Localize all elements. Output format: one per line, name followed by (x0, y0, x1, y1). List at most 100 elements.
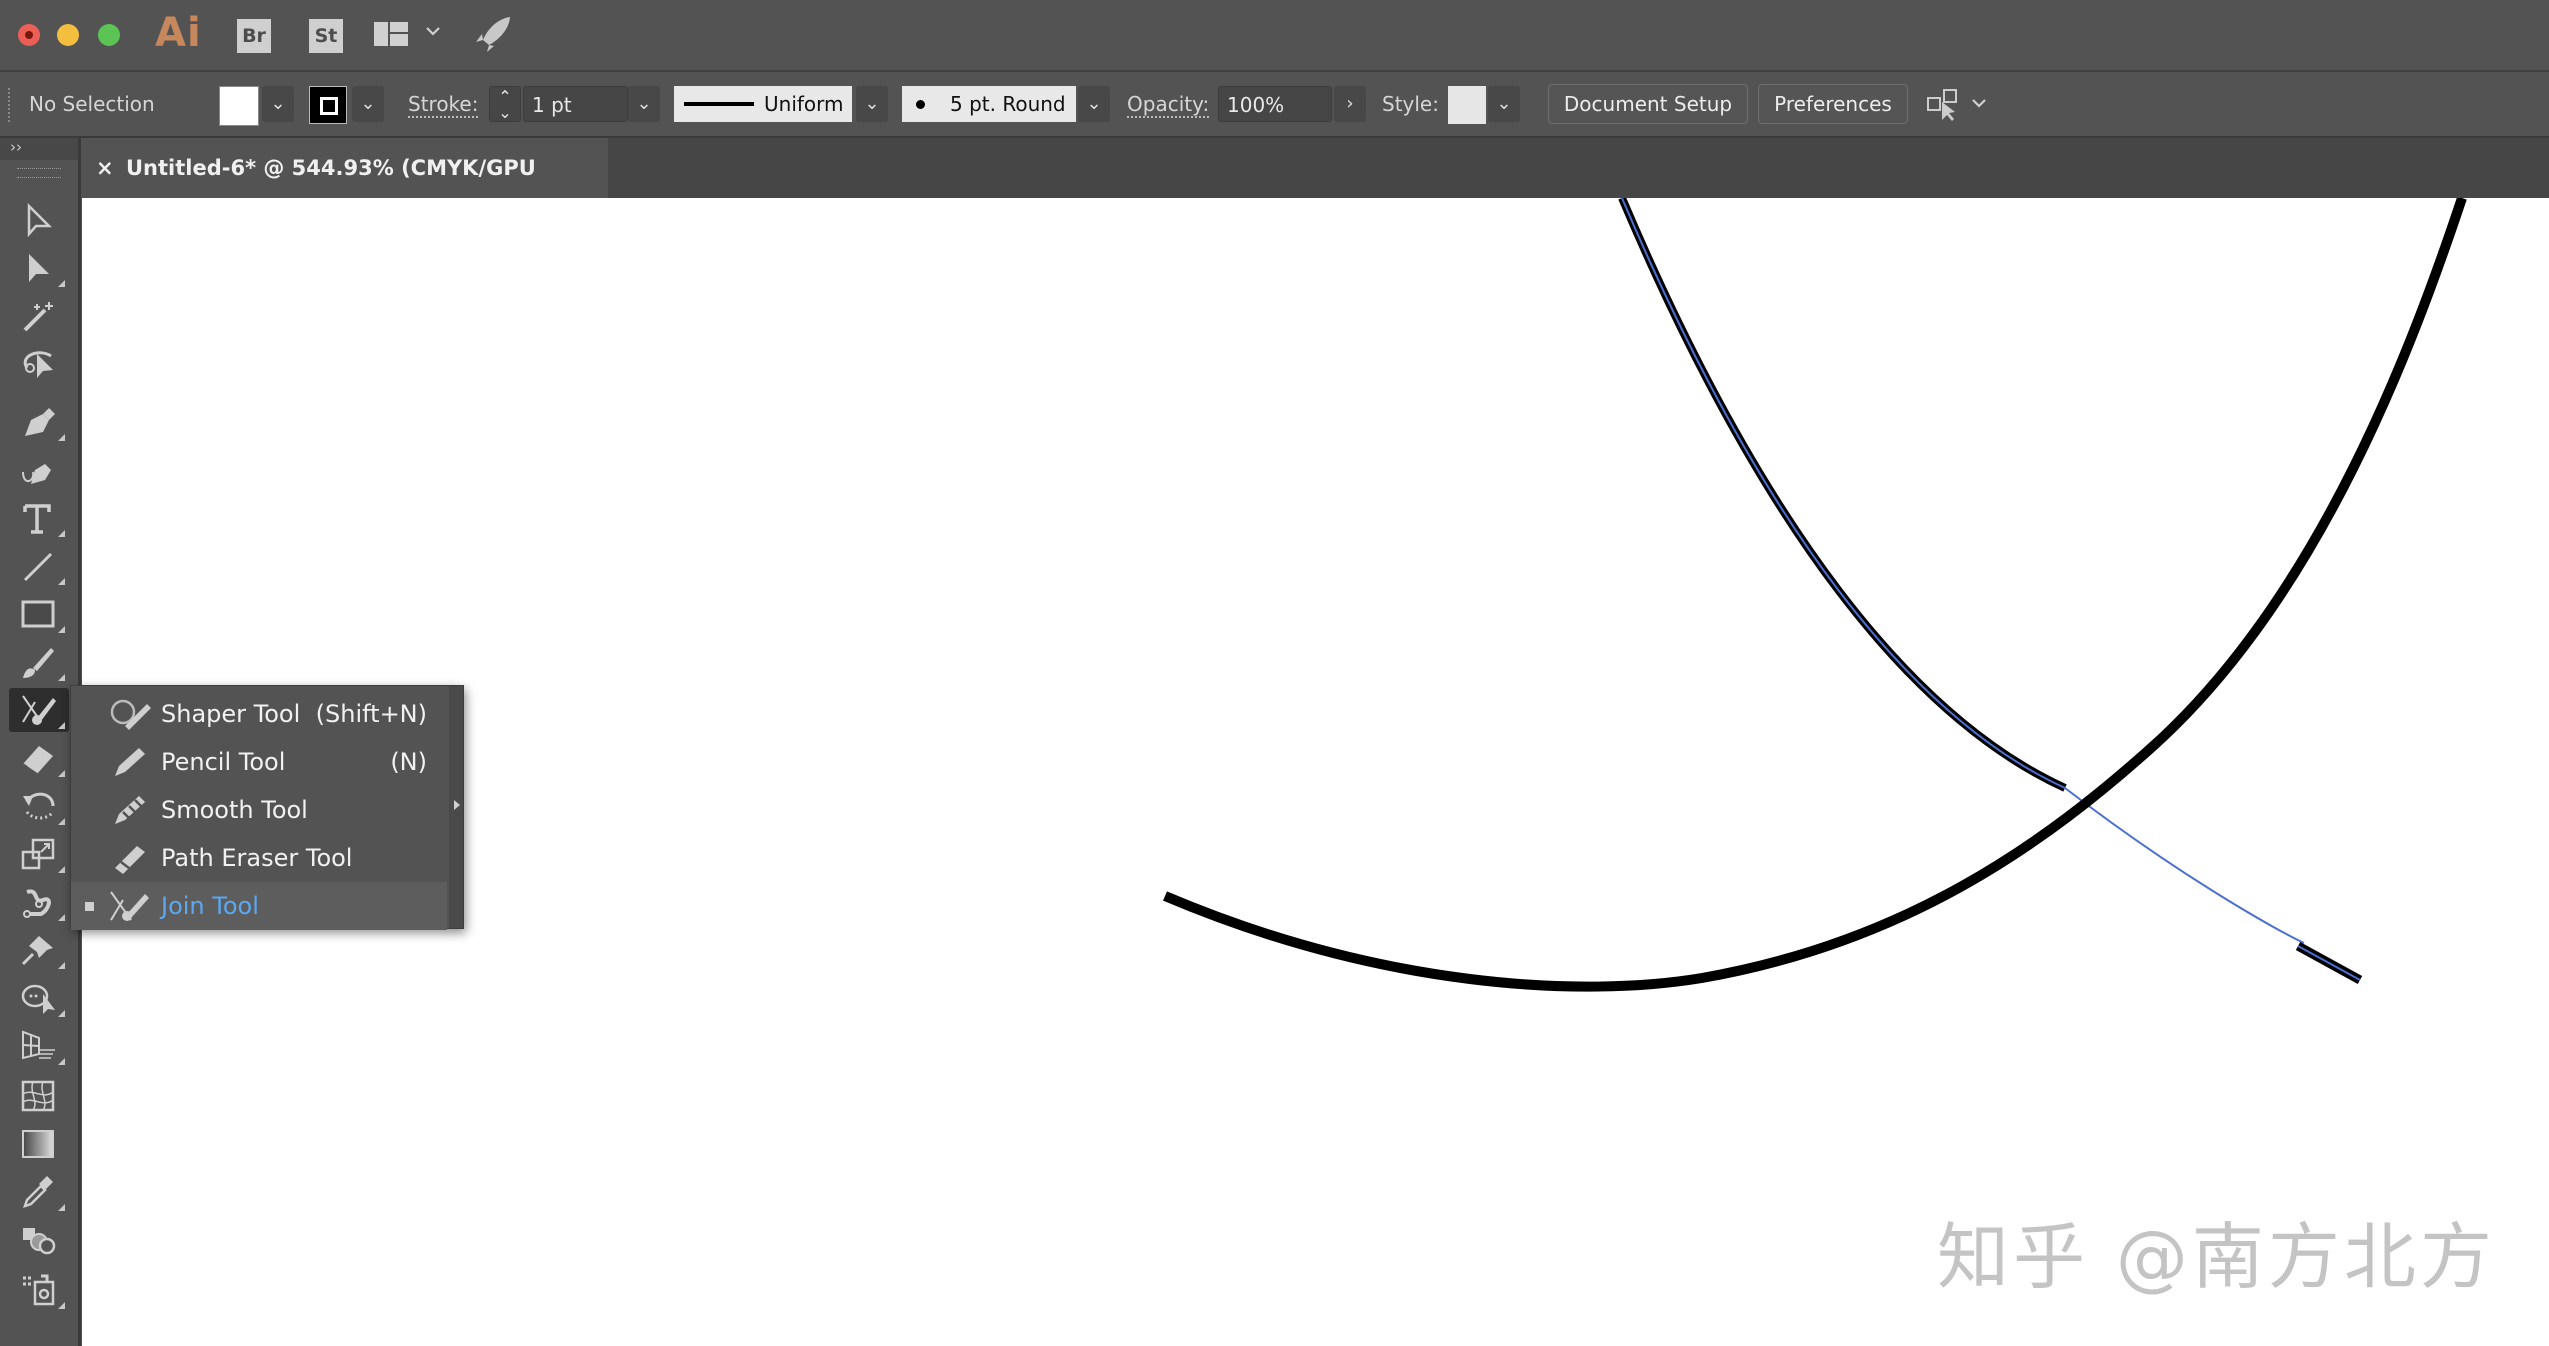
window-minimize-button[interactable] (57, 24, 79, 46)
scale-icon (21, 838, 55, 870)
pen-tool[interactable] (9, 400, 69, 444)
flyout-item-shaper-tool[interactable]: Shaper Tool (Shift+N) (71, 690, 447, 738)
brush-dropdown[interactable]: ⌄ (1078, 86, 1110, 122)
rectangle-tool[interactable] (9, 592, 69, 636)
path-selected-extension (2064, 787, 2305, 944)
preferences-button[interactable]: Preferences (1758, 84, 1908, 124)
chevron-down-icon[interactable] (424, 22, 442, 44)
brush-dot-icon (916, 100, 925, 109)
direct-selection-tool[interactable] (9, 246, 69, 290)
close-tab-icon[interactable]: × (96, 138, 126, 198)
stroke-dropdown[interactable]: ⌄ (352, 86, 384, 122)
stroke-profile-select[interactable]: Uniform (674, 86, 852, 122)
path-selected-upper-highlight (1621, 198, 2066, 789)
selection-status: No Selection (29, 92, 155, 116)
stroke-weight-dropdown[interactable]: ⌄ (628, 86, 660, 122)
magic-wand-icon (23, 302, 53, 332)
flyout-tearoff-strip[interactable] (449, 686, 463, 928)
watermark-text: 知乎 @南方北方 (1937, 1215, 2496, 1299)
curvature-pen-icon (22, 464, 51, 484)
path-black-curve (1163, 198, 2467, 992)
graphic-style-swatch[interactable] (1448, 86, 1486, 124)
tool-flyout-menu: Shaper Tool (Shift+N) Pencil Tool (N) Sm… (70, 685, 464, 930)
symbol-sprayer-tool[interactable] (9, 1268, 69, 1312)
mesh-tool[interactable] (9, 1074, 69, 1118)
perspective-grid-icon (22, 1030, 55, 1060)
paintbrush-tool[interactable] (9, 640, 69, 684)
chevron-down-icon[interactable] (1970, 94, 1988, 116)
direct-selection-arrow-icon (29, 254, 49, 282)
opacity-input[interactable]: 100% (1218, 86, 1332, 122)
stroke-swatch[interactable] (309, 86, 347, 124)
fill-dropdown[interactable]: ⌄ (262, 86, 294, 122)
type-tool[interactable] (9, 496, 69, 540)
control-bar-grip[interactable] (8, 88, 12, 122)
magic-wand-tool[interactable] (9, 294, 69, 338)
selection-tool[interactable] (9, 198, 69, 242)
transform-selection-icon[interactable] (1926, 88, 1962, 126)
tearoff-arrow-icon (454, 800, 460, 810)
shape-builder-tool[interactable] (9, 976, 69, 1020)
perspective-grid-tool[interactable] (9, 1024, 69, 1068)
rotate-tool[interactable] (9, 784, 69, 828)
tools-panel: ›› (0, 138, 81, 1346)
type-icon (23, 504, 51, 534)
blend-tool[interactable] (9, 1218, 69, 1262)
stroke-weight-stepper[interactable]: ⌃ ⌄ (489, 86, 521, 122)
flyout-item-path-eraser-tool[interactable]: Path Eraser Tool (71, 834, 447, 882)
shape-builder-icon (21, 984, 55, 1014)
rotate-icon (23, 792, 55, 820)
join-tool[interactable] (9, 688, 69, 732)
mesh-icon (21, 1080, 55, 1112)
eyedropper-icon (23, 1176, 53, 1208)
selected-bullet-icon (85, 902, 94, 911)
stock-button[interactable]: St (309, 19, 343, 53)
line-segment-tool[interactable] (9, 544, 69, 588)
pin-icon (21, 936, 53, 966)
window-maximize-button[interactable] (98, 24, 120, 46)
pin-tool[interactable] (9, 928, 69, 972)
bridge-button[interactable]: Br (237, 19, 271, 53)
illustrator-logo: Ai (155, 10, 202, 56)
document-tab[interactable]: ×Untitled-6* @ 544.93% (CMYK/GPU Preview… (82, 138, 608, 240)
pen-icon (25, 408, 55, 436)
style-label: Style: (1382, 92, 1439, 116)
eyedropper-tool[interactable] (9, 1170, 69, 1214)
brush-definition-select[interactable]: 5 pt. Round (902, 86, 1076, 122)
puppet-warp-tool[interactable] (9, 880, 69, 924)
fill-swatch[interactable] (219, 86, 259, 126)
eraser-tool[interactable] (9, 736, 69, 780)
brush-label: 5 pt. Round (950, 92, 1066, 116)
graphic-style-dropdown[interactable]: ⌄ (1488, 86, 1520, 122)
selection-arrow-icon (27, 202, 53, 238)
paintbrush-icon (23, 648, 54, 678)
panel-grip[interactable] (17, 168, 61, 178)
rectangle-icon (21, 600, 55, 628)
stroke-label[interactable]: Stroke: (408, 92, 479, 118)
stroke-weight-input[interactable]: 1 pt (523, 86, 628, 122)
document-setup-button[interactable]: Document Setup (1548, 84, 1748, 124)
curvature-tool[interactable] (9, 448, 69, 492)
lasso-tool[interactable] (9, 342, 69, 386)
join-icon (109, 890, 153, 938)
gpu-rocket-icon[interactable] (474, 14, 514, 58)
flyout-item-pencil-tool[interactable]: Pencil Tool (N) (71, 738, 447, 786)
flyout-item-join-tool[interactable]: Join Tool (71, 882, 447, 930)
puppet-warp-icon (23, 889, 51, 918)
gradient-tool[interactable] (9, 1122, 69, 1166)
collapse-panel-button[interactable]: ›› (0, 138, 78, 160)
window-close-button[interactable] (18, 24, 40, 46)
control-bar: No Selection ⌄ ⌄ Stroke: ⌃ ⌄ 1 pt ⌄ Unifo… (0, 72, 2549, 138)
blend-icon (23, 1228, 56, 1255)
stroke-profile-dropdown[interactable]: ⌄ (856, 86, 888, 122)
gradient-icon (22, 1130, 54, 1158)
line-segment-icon (23, 552, 53, 582)
application-bar: Ai Br St (0, 0, 2549, 72)
workspace-layout-icon[interactable] (374, 20, 410, 54)
flyout-item-smooth-tool[interactable]: Smooth Tool (71, 786, 447, 834)
scale-tool[interactable] (9, 832, 69, 876)
join-icon (22, 695, 56, 725)
opacity-label[interactable]: Opacity: (1127, 92, 1210, 118)
path-selected-tail-highlight (2297, 945, 2361, 981)
opacity-slider-toggle[interactable]: › (1334, 86, 1366, 122)
